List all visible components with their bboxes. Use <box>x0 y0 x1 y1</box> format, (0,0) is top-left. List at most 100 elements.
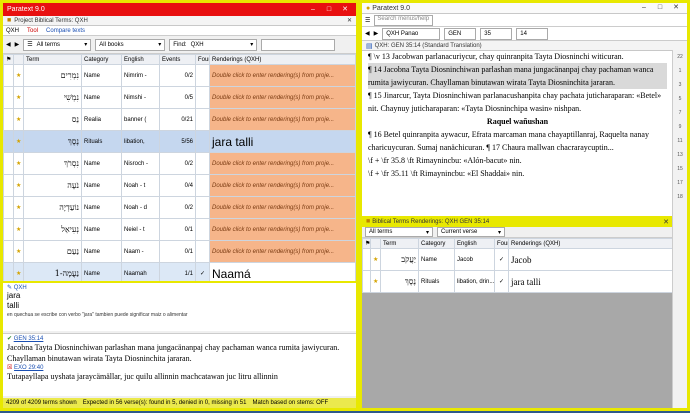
table-row[interactable]: ★ נִמְרִים Name Nimrim - 0/2 Double clic… <box>3 64 356 87</box>
star-icon[interactable]: ★ <box>13 130 24 153</box>
editor-titlebar[interactable]: ● Paratext 9.0 – □ ✕ <box>362 3 687 14</box>
status-terms-shown: 4209 of 4209 terms shown <box>6 400 77 406</box>
rendering-cell[interactable]: Double click to enter rendering(s) from … <box>209 86 356 109</box>
rendering-cell[interactable]: Double click to enter rendering(s) from … <box>209 196 356 219</box>
minimize-icon[interactable]: – <box>637 3 651 13</box>
category-cell: Rituals <box>81 130 122 153</box>
maximize-icon[interactable]: □ <box>322 5 336 15</box>
column-header-renderings[interactable]: Renderings (QXH) <box>209 54 356 65</box>
star-column-header[interactable] <box>370 238 381 249</box>
star-icon[interactable]: ★ <box>13 174 24 197</box>
renderings-scope-value: Current verse <box>441 229 478 235</box>
column-header-term[interactable]: Term <box>380 238 419 249</box>
column-header-category[interactable]: Category <box>81 54 122 65</box>
window-titlebar[interactable]: Paratext 9.0 – □ ✕ <box>3 3 356 16</box>
column-header-english[interactable]: English <box>121 54 160 65</box>
forward-arrow-icon[interactable]: ▶ <box>374 30 379 37</box>
table-row[interactable]: ★ נֶסֶךְ Rituals libation, drin... ✓ jar… <box>362 270 673 293</box>
table-row[interactable]: ★ נְעִיאֵל Name Neiel - t 0/1 Double cli… <box>3 218 356 241</box>
column-header-category[interactable]: Category <box>418 238 455 249</box>
minimize-icon[interactable]: – <box>306 5 320 15</box>
star-icon[interactable]: ★ <box>13 196 24 219</box>
table-row[interactable]: ★ נִסְרֹךְ Name Nisroch - 0/2 Double cli… <box>3 152 356 175</box>
menu-icon[interactable]: ☰ <box>365 17 370 24</box>
flag-cell[interactable] <box>3 174 14 197</box>
column-header-found[interactable]: Found <box>494 238 509 249</box>
flag-cell[interactable] <box>3 64 14 87</box>
menu-item-tool[interactable]: Tool <box>27 28 38 34</box>
rendering-cell[interactable]: Double click to enter rendering(s) from … <box>209 64 356 87</box>
find-input[interactable] <box>261 38 336 51</box>
table-row[interactable]: ★ נַעַם Name Naam - 0/1 Double click to … <box>3 240 356 263</box>
star-icon[interactable]: ★ <box>370 270 381 293</box>
star-icon[interactable]: ★ <box>13 86 24 109</box>
terms-filter-dropdown[interactable]: ☰ All terms ▾ <box>23 38 92 51</box>
table-row[interactable]: ★ נֵס Realia banner ( 0/21 Double click … <box>3 108 356 131</box>
events-cell: 5/56 <box>159 130 196 153</box>
rendering-cell[interactable]: Double click to enter rendering(s) from … <box>209 152 356 175</box>
rendering-cell[interactable]: Jacob <box>508 248 673 271</box>
star-icon[interactable]: ★ <box>13 152 24 175</box>
rendering-cell[interactable]: Double click to enter rendering(s) from … <box>209 218 356 241</box>
column-header-renderings[interactable]: Renderings (QXH) <box>508 238 673 249</box>
rendering-cell[interactable]: Double click to enter rendering(s) from … <box>209 240 356 263</box>
star-icon[interactable]: ★ <box>13 108 24 131</box>
back-arrow-icon[interactable]: ◀ <box>365 30 370 37</box>
flag-cell[interactable] <box>362 248 371 271</box>
menu-item-project[interactable]: QXH <box>6 28 19 34</box>
flag-cell[interactable] <box>3 218 14 241</box>
pane-close-icon[interactable]: ✕ <box>347 17 352 24</box>
note-comment[interactable]: en quechua se escribe con verbo "jara" t… <box>7 311 352 319</box>
note-word-1: jara <box>7 291 21 300</box>
verse-field[interactable]: 14 <box>516 27 549 40</box>
flag-cell[interactable] <box>3 240 14 263</box>
renderings-pane-header[interactable]: ■ Biblical Terms Renderings: QXH GEN 35:… <box>362 216 673 227</box>
renderings-scope-filter[interactable]: Current verse ▾ <box>437 227 505 237</box>
star-icon[interactable]: ★ <box>13 240 24 263</box>
rendering-cell[interactable]: Double click to enter rendering(s) from … <box>209 108 356 131</box>
renderings-table: ⚑ Term Category English Found Renderings… <box>362 238 673 293</box>
close-icon[interactable]: ✕ <box>338 5 352 15</box>
book-dropdown[interactable]: GEN <box>444 27 477 40</box>
chapter-field[interactable]: 35 <box>480 27 513 40</box>
flag-cell[interactable] <box>3 152 14 175</box>
flag-cell[interactable] <box>3 86 14 109</box>
rendering-cell[interactable]: jara talli <box>209 130 356 153</box>
rendering-cell[interactable]: Double click to enter rendering(s) from … <box>209 174 356 197</box>
column-header-found[interactable]: Found <box>195 54 210 65</box>
column-header-term[interactable]: Term <box>23 54 82 65</box>
current-verse-paragraph: ¶ 14 Jacobna Tayta Diosninchiwan parlash… <box>368 63 667 89</box>
flag-cell[interactable] <box>362 270 371 293</box>
close-icon[interactable]: ✕ <box>669 3 683 13</box>
maximize-icon[interactable]: □ <box>653 3 667 13</box>
rendering-cell[interactable]: jara talli <box>508 270 673 293</box>
forward-arrow-icon[interactable]: ▶ <box>15 41 20 48</box>
flag-column-header[interactable]: ⚑ <box>362 238 371 249</box>
table-row[interactable]: ★ יַעֲקֹב Name Jacob ✓ Jacob <box>362 248 673 271</box>
star-icon[interactable]: ★ <box>13 218 24 241</box>
books-filter-dropdown[interactable]: All books ▾ <box>95 38 166 51</box>
column-header-english[interactable]: English <box>454 238 495 249</box>
table-row[interactable]: ★ נִמְשִׁי Name Nimshi - 0/5 Double clic… <box>3 86 356 109</box>
chevron-down-icon: ▾ <box>84 42 88 48</box>
flag-column-header[interactable]: ⚑ <box>3 54 14 65</box>
table-row[interactable]: ★ נוֹעַדְיָה Name Noah - d 0/2 Double cl… <box>3 196 356 219</box>
star-icon[interactable]: ★ <box>370 248 381 271</box>
pane-close-icon[interactable]: ✕ <box>663 218 669 226</box>
back-arrow-icon[interactable]: ◀ <box>6 41 11 48</box>
project-dropdown[interactable]: QXH Panao <box>382 27 441 40</box>
find-dropdown[interactable]: Find: QXH ▾ <box>169 38 258 51</box>
scripture-text-pane[interactable]: ¶ \v 13 Jacobwan parlanacuriycur, chay q… <box>362 50 673 216</box>
star-icon[interactable]: ★ <box>13 64 24 87</box>
flag-cell[interactable] <box>3 196 14 219</box>
star-column-header[interactable] <box>13 54 24 65</box>
flag-cell[interactable] <box>3 130 14 153</box>
table-row[interactable]: ★ נֹעָה Name Noah - t 0/4 Double click t… <box>3 174 356 197</box>
search-menus-input[interactable]: Search menus/help <box>374 14 434 26</box>
renderings-terms-value: All terms <box>369 229 393 235</box>
column-header-events[interactable]: Events <box>159 54 196 65</box>
menu-item-compare[interactable]: Compare texts <box>46 28 85 34</box>
table-row-selected[interactable]: ★ נֶסֶךְ Rituals libation, 5/56 jara tal… <box>3 130 356 153</box>
flag-cell[interactable] <box>3 108 14 131</box>
renderings-terms-filter[interactable]: All terms ▾ <box>365 227 433 237</box>
